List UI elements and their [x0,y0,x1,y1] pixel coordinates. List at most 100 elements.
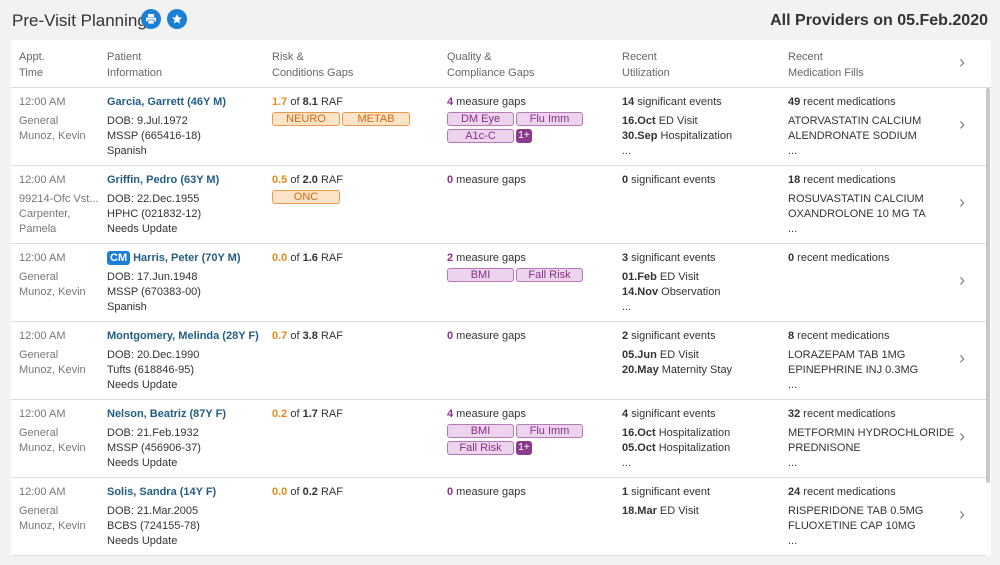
table-row[interactable]: 12:00 AM General Munoz, Kevin Montgomery… [11,322,986,400]
util-more[interactable]: ... [622,456,782,471]
raf-score: 0.0 of 1.6 RAF [272,252,343,264]
quality-tag[interactable]: DM Eye [447,112,514,126]
util-more[interactable]: ... [622,144,782,159]
medication-cell: 18 recent medications ROSUVASTATIN CALCI… [788,173,948,237]
patient-cell: Nelson, Beatriz (87Y F) DOB: 21.Feb.1932… [107,407,267,471]
print-icon[interactable] [141,9,161,29]
col-risk-gaps[interactable]: Risk & Conditions Gaps [272,49,353,81]
measure-gaps: 4 measure gaps [447,408,526,420]
quality-tag[interactable]: A1c-C [447,129,514,143]
quality-tag[interactable]: Flu Imm [516,112,583,126]
more-gaps-badge[interactable]: 1+ [516,129,532,143]
measure-gaps: 0 measure gaps [447,174,526,186]
table-row[interactable]: 12:00 AM General Munoz, Kevin CM Harris, … [11,244,986,322]
providers-date-heading: All Providers on 05.Feb.2020 [770,12,988,29]
risk-cell: 0.0 of 1.6 RAF [272,251,442,266]
quality-tag[interactable]: BMI [447,268,514,282]
medication-item: ALENDRONATE SODIUM [788,130,917,142]
quality-tag[interactable]: Fall Risk [516,268,583,282]
patient-name-link[interactable]: Nelson, Beatriz (87Y F) [107,408,226,420]
star-icon[interactable] [167,9,187,29]
chevron-right-icon[interactable]: › [959,114,965,135]
util-event: 05.Jun ED Visit [622,349,699,361]
visit-type: General [19,349,59,361]
table-row[interactable]: 12:00 AM General Munoz, Kevin Solis, San… [11,478,986,556]
col-quality-gaps[interactable]: Quality & Compliance Gaps [447,49,534,81]
patient-cell: CM Harris, Peter (70Y M) DOB: 17.Jun.1948… [107,251,267,315]
utilization-cell: 0 significant events [622,173,782,192]
risk-tag[interactable]: ONC [272,190,340,204]
care-manager-badge[interactable]: CM [107,251,131,265]
visit-type: General [19,115,59,127]
quality-tag-line: DM Eye Flu Imm [447,110,617,127]
col-recent-utilization[interactable]: Recent Utilization [622,49,670,81]
med-more[interactable]: ... [788,222,948,237]
medication-cell: 0 recent medications [788,251,948,270]
med-more[interactable]: ... [788,456,948,471]
table-row[interactable]: 12:00 AM General Munoz, Kevin Nelson, Be… [11,400,986,478]
quality-cell: 0 measure gaps [447,329,617,344]
patient-extra: Spanish [107,301,147,313]
util-event: 05.Oct Hospitalization [622,442,731,454]
medication-item: PREDNISONE [788,442,861,454]
med-more[interactable]: ... [788,534,948,549]
util-more[interactable]: ... [622,300,782,315]
appt-time: 12:00 AM [19,252,66,264]
patient-name-link[interactable]: Harris, Peter (70Y M) [133,252,240,264]
med-summary: 0 recent medications [788,252,890,264]
patient-name-link[interactable]: Montgomery, Melinda (28Y F) [107,330,259,342]
patient-name-link[interactable]: Griffin, Pedro (63Y M) [107,174,219,186]
measure-gaps: 0 measure gaps [447,330,526,342]
table-row[interactable]: 12:00 AM 99214-Ofc Vst... Carpenter, Pam… [11,166,986,244]
quality-tag[interactable]: BMI [447,424,514,438]
patient-plan: MSSP (665416-18) [107,130,201,142]
util-summary: 4 significant events [622,408,716,420]
med-summary: 32 recent medications [788,408,896,420]
med-summary: 49 recent medications [788,96,896,108]
chevron-right-icon[interactable]: › [959,348,965,369]
col-patient-info[interactable]: Patient Information [107,49,162,81]
util-summary: 1 significant event [622,486,711,498]
medication-item: ROSUVASTATIN CALCIUM [788,193,924,205]
quality-tag[interactable]: Fall Risk [447,441,514,455]
appt-cell: 12:00 AM General Munoz, Kevin [19,329,101,378]
med-more[interactable]: ... [788,144,948,159]
visit-type: General [19,505,59,517]
util-event: 20.May Maternity Stay [622,364,733,376]
patient-plan: BCBS (724155-78) [107,520,200,532]
med-summary: 18 recent medications [788,174,896,186]
appt-time: 12:00 AM [19,486,66,498]
col-appt-time[interactable]: Appt. Time [19,49,45,81]
utilization-cell: 2 significant events 05.Jun ED Visit 20.M… [622,329,782,378]
patient-name-link[interactable]: Solis, Sandra (14Y F) [107,486,216,498]
chevron-right-icon[interactable]: › [959,270,965,291]
table-row[interactable]: 12:00 AM General Munoz, Kevin Garcia, Ga… [11,88,986,166]
chevron-right-icon[interactable]: › [959,52,965,73]
patient-plan: MSSP (670383-00) [107,286,201,298]
visit-type: 99214-Ofc Vst... [19,193,99,205]
risk-tag[interactable]: NEURO [272,112,340,126]
quality-tag[interactable]: Flu Imm [516,424,583,438]
chevron-right-icon[interactable]: › [959,426,965,447]
patient-plan: HPHC (021832-12) [107,208,202,220]
col-recent-medications[interactable]: Recent Medication Fills [788,49,864,81]
patient-name-link[interactable]: Garcia, Garrett (46Y M) [107,96,226,108]
provider-name-cont: Pamela [19,223,57,235]
raf-score: 0.5 of 2.0 RAF [272,174,343,186]
medication-item: ATORVASTATIN CALCIUM [788,115,922,127]
patient-dob: DOB: 20.Dec.1990 [107,349,200,361]
risk-tags: NEURO METAB [272,110,442,127]
util-event: 16.Oct Hospitalization [622,427,731,439]
more-gaps-badge[interactable]: 1+ [516,441,532,455]
quality-cell: 4 measure gaps BMI Flu Imm Fall Risk 1+ [447,407,617,456]
chevron-right-icon[interactable]: › [959,504,965,525]
patient-dob: DOB: 9.Jul.1972 [107,115,188,127]
quality-tag-line: Fall Risk 1+ [447,439,617,456]
scrollbar[interactable] [986,88,990,483]
risk-cell: 0.5 of 2.0 RAF ONC [272,173,442,205]
medication-cell: 32 recent medications METFORMIN HYDROCHL… [788,407,954,471]
chevron-right-icon[interactable]: › [959,192,965,213]
risk-tag[interactable]: METAB [342,112,410,126]
visit-type: General [19,427,59,439]
med-more[interactable]: ... [788,378,948,393]
